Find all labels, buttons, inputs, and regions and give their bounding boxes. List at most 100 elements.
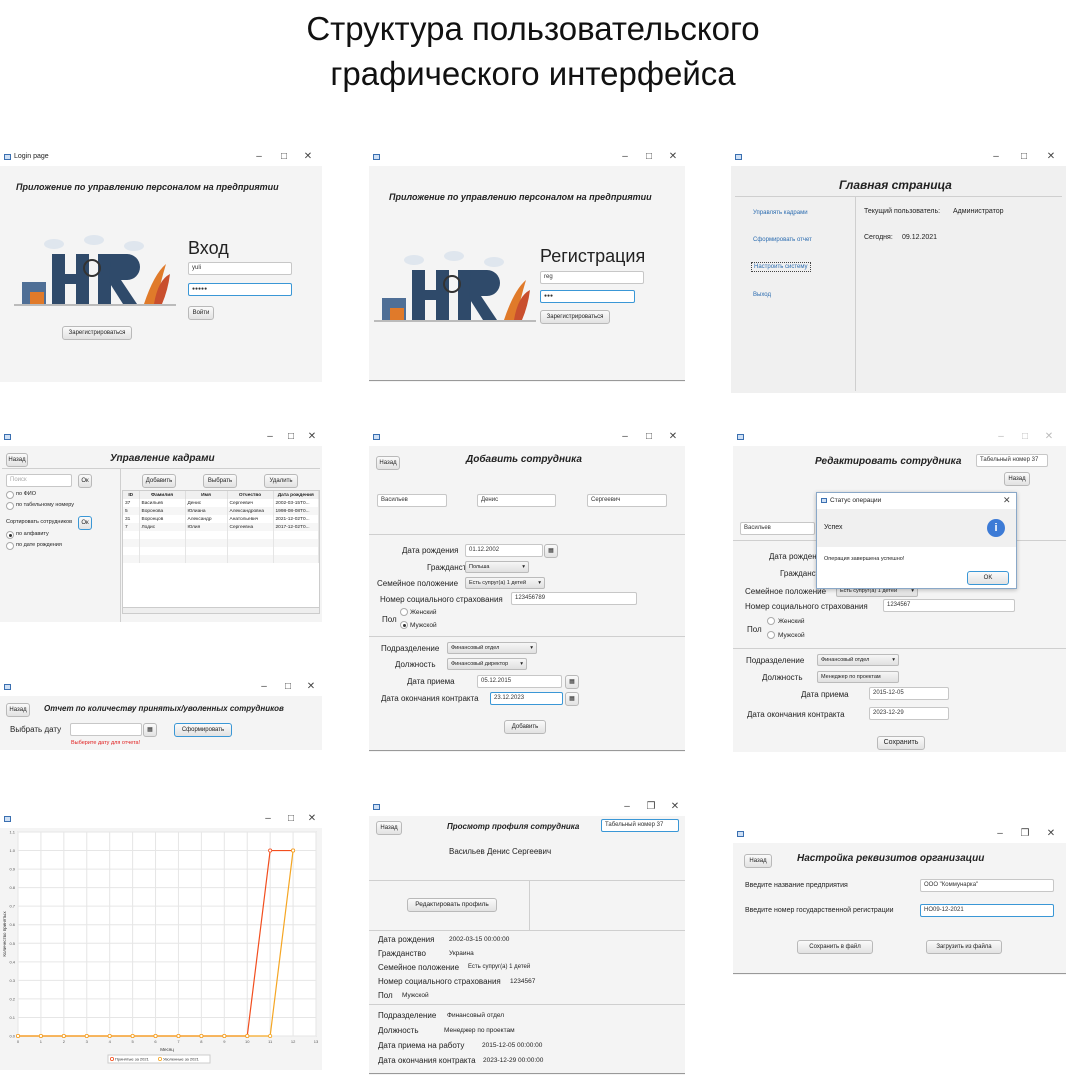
- back-button[interactable]: Назад: [376, 821, 402, 835]
- username-field[interactable]: yuli: [188, 262, 292, 275]
- hire-date-field[interactable]: 05.12.2015: [477, 675, 562, 688]
- tab-number-field[interactable]: Табельный номер 37: [976, 454, 1048, 467]
- minimize-icon[interactable]: –: [258, 681, 270, 692]
- marital-select[interactable]: Есть супруг(а) 1 детей ▾: [465, 577, 545, 589]
- dialog-ok-button[interactable]: OK: [967, 571, 1009, 585]
- sort-alphabet-radio[interactable]: [6, 531, 14, 539]
- password-field[interactable]: ●●●●●: [188, 283, 292, 296]
- col-header[interactable]: Имя: [185, 491, 228, 499]
- org-name-field[interactable]: ООО "Коммунарка": [920, 879, 1054, 892]
- generate-button[interactable]: Сформировать: [174, 723, 232, 737]
- calendar-icon[interactable]: ▦: [544, 544, 558, 558]
- contract-end-field[interactable]: 23.12.2023: [490, 692, 563, 705]
- table-row[interactable]: 7 Лодис Юлия Сергеевна 2017-12-02T0...: [123, 523, 319, 531]
- maximize-icon[interactable]: □: [285, 431, 297, 442]
- close-icon[interactable]: ✕: [1003, 495, 1011, 506]
- menu-manage-personnel[interactable]: Управлять кадрами: [753, 210, 808, 216]
- back-button[interactable]: Назад: [6, 453, 28, 467]
- minimize-icon[interactable]: –: [619, 151, 631, 162]
- maximize-icon[interactable]: □: [1018, 151, 1030, 162]
- load-from-file-button[interactable]: Загрузить из файла: [926, 940, 1002, 954]
- position-select[interactable]: Финансовый директор ▾: [447, 658, 527, 670]
- snils-field[interactable]: 1234567: [883, 599, 1015, 612]
- select-button[interactable]: Выбрать: [203, 474, 237, 488]
- calendar-icon[interactable]: ▦: [565, 692, 579, 706]
- col-header[interactable]: Дата рождения: [273, 491, 319, 499]
- back-button[interactable]: Назад: [6, 703, 30, 717]
- department-select[interactable]: Финансовый отдел ▾: [447, 642, 537, 654]
- close-icon[interactable]: ✕: [306, 431, 318, 442]
- last-name-field[interactable]: Васильев: [377, 494, 447, 507]
- close-icon[interactable]: ✕: [669, 801, 681, 812]
- calendar-icon[interactable]: ▦: [143, 723, 157, 737]
- col-header[interactable]: Отчество: [227, 491, 274, 499]
- delete-button[interactable]: Удалить: [264, 474, 298, 488]
- col-header[interactable]: ID: [123, 491, 140, 499]
- close-icon[interactable]: ✕: [1045, 151, 1057, 162]
- maximize-icon[interactable]: □: [282, 681, 294, 692]
- search-by-number-radio[interactable]: [6, 502, 14, 510]
- tab-number-field[interactable]: Табельный номер 37: [601, 819, 679, 832]
- maximize-icon[interactable]: □: [643, 151, 655, 162]
- gender-female-radio[interactable]: [400, 608, 408, 616]
- minimize-icon[interactable]: –: [262, 813, 274, 824]
- department-select[interactable]: Финансовый отдел ▾: [817, 654, 899, 666]
- date-input[interactable]: [70, 723, 142, 736]
- search-ok-button[interactable]: Ок: [78, 474, 92, 488]
- restore-icon[interactable]: ❐: [645, 801, 657, 812]
- contract-end-field[interactable]: 2023-12-29: [869, 707, 949, 720]
- login-button[interactable]: Войти: [188, 306, 214, 320]
- register-button[interactable]: Зарегистрироваться: [540, 310, 610, 324]
- close-icon[interactable]: ✕: [302, 151, 314, 162]
- calendar-icon[interactable]: ▦: [565, 675, 579, 689]
- horizontal-scrollbar[interactable]: [123, 607, 319, 613]
- menu-generate-report[interactable]: Сформировать отчет: [753, 237, 812, 243]
- minimize-icon[interactable]: –: [621, 801, 633, 812]
- sort-ok-button[interactable]: Ок: [78, 516, 92, 530]
- save-to-file-button[interactable]: Сохранить в файл: [797, 940, 873, 954]
- gender-male-radio[interactable]: [400, 621, 408, 629]
- table-row[interactable]: 37 Васильев Денис Сергеевич 2002-03-15T0...: [123, 499, 319, 507]
- search-input[interactable]: Поиск: [6, 474, 72, 487]
- back-button[interactable]: Назад: [1004, 472, 1030, 486]
- gender-female-radio[interactable]: [767, 617, 775, 625]
- maximize-icon[interactable]: □: [278, 151, 290, 162]
- add-button[interactable]: Добавить: [142, 474, 176, 488]
- patronymic-field[interactable]: Сергеевич: [587, 494, 667, 507]
- search-by-name-radio[interactable]: [6, 491, 14, 499]
- minimize-icon[interactable]: –: [995, 431, 1007, 442]
- close-icon[interactable]: ✕: [1043, 431, 1055, 442]
- minimize-icon[interactable]: –: [994, 828, 1006, 839]
- hire-date-field[interactable]: 2015-12-05: [869, 687, 949, 700]
- add-button[interactable]: Добавить: [504, 720, 546, 734]
- maximize-icon[interactable]: □: [643, 431, 655, 442]
- back-button[interactable]: Назад: [744, 854, 772, 868]
- sort-birthdate-radio[interactable]: [6, 542, 14, 550]
- register-button[interactable]: Зарегистрироваться: [62, 326, 132, 340]
- close-icon[interactable]: ✕: [306, 813, 318, 824]
- maximize-icon[interactable]: □: [1019, 431, 1031, 442]
- back-button[interactable]: Назад: [376, 456, 400, 470]
- username-field[interactable]: reg: [540, 271, 644, 284]
- snils-field[interactable]: 123456789: [511, 592, 637, 605]
- save-button[interactable]: Сохранить: [877, 736, 925, 750]
- close-icon[interactable]: ✕: [1045, 828, 1057, 839]
- citizenship-select[interactable]: Польша ▾: [465, 561, 529, 573]
- close-icon[interactable]: ✕: [667, 431, 679, 442]
- minimize-icon[interactable]: –: [253, 151, 265, 162]
- reg-number-field[interactable]: НО09-12-2021: [920, 904, 1054, 917]
- position-select[interactable]: Менеджер по проектам: [817, 671, 899, 683]
- restore-icon[interactable]: ❐: [1019, 828, 1031, 839]
- table-row[interactable]: 5 Воронова Юлиана Александровна 1998-08-08T0…: [123, 507, 319, 515]
- minimize-icon[interactable]: –: [990, 151, 1002, 162]
- close-icon[interactable]: ✕: [305, 681, 317, 692]
- gender-male-radio[interactable]: [767, 631, 775, 639]
- close-icon[interactable]: ✕: [667, 151, 679, 162]
- minimize-icon[interactable]: –: [619, 431, 631, 442]
- minimize-icon[interactable]: –: [264, 431, 276, 442]
- col-header[interactable]: Фамилия: [139, 491, 186, 499]
- maximize-icon[interactable]: □: [285, 813, 297, 824]
- password-field[interactable]: ●●●: [540, 290, 635, 303]
- table-row[interactable]: 31 Воронцов Александр Анатольевич 2021-12-02…: [123, 515, 319, 523]
- menu-exit[interactable]: Выход: [753, 292, 771, 298]
